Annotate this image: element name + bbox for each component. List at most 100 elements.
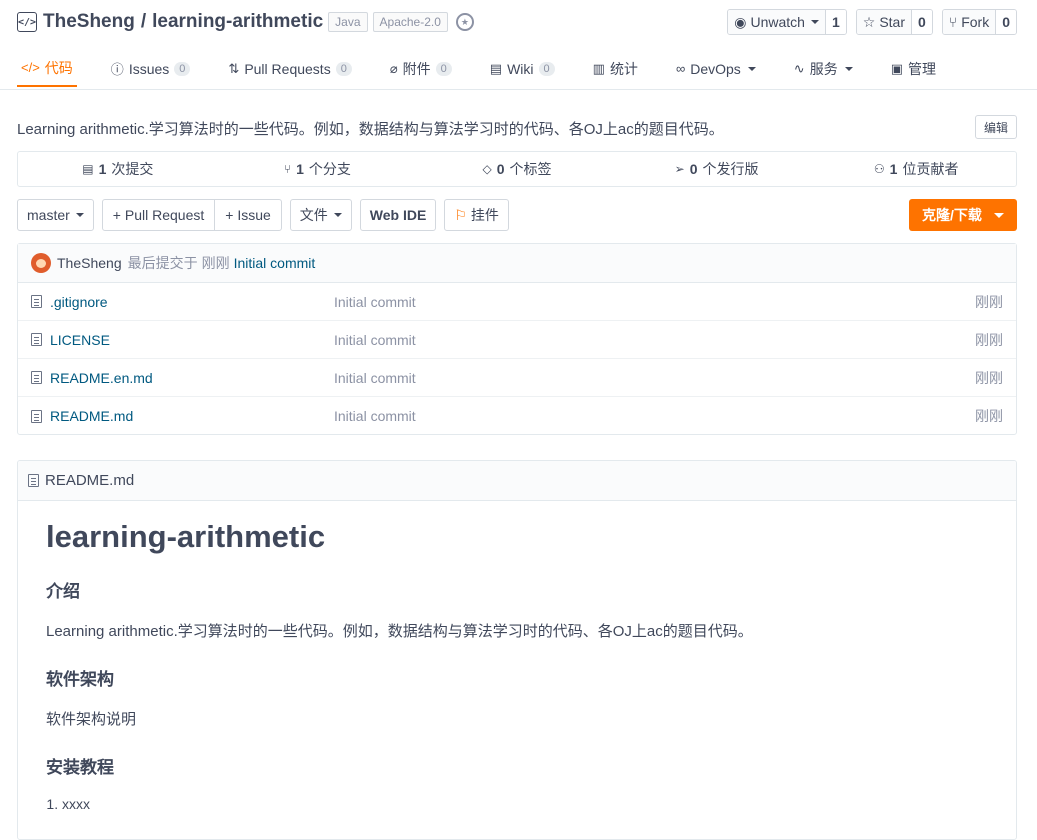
file-icon xyxy=(31,371,42,384)
stat-branches[interactable]: ⑂ 1 个分支 xyxy=(218,152,418,186)
tab-attachments[interactable]: ⌀ 附件 0 xyxy=(386,50,456,87)
repo-tabs: </> 代码 ⓘ Issues 0 ⇅ Pull Requests 0 ⌀ 附件 0 ▤ Wik… xyxy=(17,50,970,90)
file-menu-button[interactable]: 文件 xyxy=(289,199,352,231)
stat-count: 1 xyxy=(98,161,107,177)
bookmark-icon: ⚐ xyxy=(454,206,467,223)
tab-label: 服务 xyxy=(809,60,838,77)
tab-code[interactable]: </> 代码 xyxy=(17,50,77,87)
chevron-down-icon xyxy=(844,66,853,71)
widget-button[interactable]: ⚐ 挂件 xyxy=(444,199,509,231)
tab-label: 统计 xyxy=(609,60,638,77)
tab-services[interactable]: ∿ 服务 xyxy=(790,50,857,87)
file-name-link[interactable]: README.md xyxy=(50,408,133,424)
new-pull-request-button[interactable]: + Pull Request xyxy=(103,200,214,230)
watch-button[interactable]: ◉ Unwatch 1 xyxy=(727,9,847,35)
contributors-icon: ⚇ xyxy=(873,162,885,176)
readme-section-intro: 介绍 xyxy=(46,582,80,601)
commit-author-link[interactable]: TheSheng xyxy=(57,255,122,271)
file-menu-label: 文件 xyxy=(299,207,328,223)
stat-label: 个发行版 xyxy=(702,161,759,177)
web-ide-button[interactable]: Web IDE xyxy=(359,199,437,231)
readme-section-install: 安装教程 xyxy=(46,758,114,777)
tab-badge: 0 xyxy=(335,61,352,76)
watch-count[interactable]: 1 xyxy=(824,10,846,34)
table-row: README.md Initial commit 刚刚 xyxy=(18,397,1016,435)
file-name-link[interactable]: .gitignore xyxy=(50,294,108,310)
book-icon: ▤ xyxy=(489,60,503,76)
readme-section-arch: 软件架构 xyxy=(46,670,114,689)
tab-devops[interactable]: ∞ DevOps xyxy=(672,50,760,87)
tab-wiki[interactable]: ▤ Wiki 0 xyxy=(486,50,559,87)
readme-filename: README.md xyxy=(45,472,135,489)
repo-stats-bar: ▤ 1 次提交 ⑂ 1 个分支 ◇ 0 个标签 ➢ 0 个发行版 ⚇ 1 位贡献者 xyxy=(17,151,1017,187)
stat-commits[interactable]: ▤ 1 次提交 xyxy=(18,152,218,186)
readme-title: learning-arithmetic xyxy=(46,519,326,554)
stat-count: 0 xyxy=(496,161,505,177)
chevron-down-icon xyxy=(333,213,342,217)
tab-label: Pull Requests xyxy=(244,60,331,77)
chart-icon: ▥ xyxy=(592,60,605,76)
tab-label: 管理 xyxy=(908,60,936,77)
repo-name-link[interactable]: learning-arithmetic xyxy=(152,11,323,33)
fork-button[interactable]: ⑂ Fork 0 xyxy=(941,9,1017,35)
commit-doc-icon: ▤ xyxy=(82,162,94,176)
file-time: 刚刚 xyxy=(975,293,1003,310)
file-commit-message[interactable]: Initial commit xyxy=(334,408,416,424)
stat-label: 个标签 xyxy=(509,161,552,177)
readme-install-list: xxxx xyxy=(62,796,988,812)
star-button[interactable]: ☆ Star 0 xyxy=(855,9,933,35)
repo-owner-link[interactable]: TheSheng xyxy=(43,11,135,33)
commit-message-link[interactable]: Initial commit xyxy=(234,255,316,271)
stat-releases[interactable]: ➢ 0 个发行版 xyxy=(617,152,817,186)
file-name-link[interactable]: LICENSE xyxy=(50,332,110,348)
new-issue-button[interactable]: + Issue xyxy=(214,200,281,230)
edit-description-button[interactable]: 编辑 xyxy=(975,115,1017,139)
paperclip-icon: ⌀ xyxy=(389,60,398,76)
list-item: xxxx xyxy=(62,796,988,812)
clone-download-button[interactable]: 克隆/下载 xyxy=(909,199,1017,231)
branch-select[interactable]: master xyxy=(17,199,94,231)
license-tag[interactable]: Apache-2.0 xyxy=(372,12,448,32)
fork-label: Fork xyxy=(961,14,990,30)
file-commit-message[interactable]: Initial commit xyxy=(334,332,416,348)
readme-body: learning-arithmetic 介绍 Learning arithmet… xyxy=(18,501,1016,828)
tab-manage[interactable]: ▣ 管理 xyxy=(887,50,940,87)
stat-contributors[interactable]: ⚇ 1 位贡献者 xyxy=(816,152,1016,186)
tab-pull-requests[interactable]: ⇅ Pull Requests 0 xyxy=(224,50,355,87)
avatar[interactable] xyxy=(31,253,51,273)
send-icon: ➢ xyxy=(674,162,685,176)
star-count[interactable]: 0 xyxy=(911,10,932,34)
chevron-down-icon xyxy=(75,213,84,217)
last-commit-bar: TheSheng 最后提交于 刚刚 Initial commit xyxy=(18,244,1016,283)
title-separator: / xyxy=(140,11,147,32)
table-row: README.en.md Initial commit 刚刚 xyxy=(18,359,1016,397)
tab-issues[interactable]: ⓘ Issues 0 xyxy=(107,50,195,87)
fork-count[interactable]: 0 xyxy=(995,10,1016,34)
repo-actions: ◉ Unwatch 1 ☆ Star 0 ⑂ Fork 0 xyxy=(727,9,1017,35)
create-group: + Pull Request + Issue xyxy=(101,199,282,231)
file-time: 刚刚 xyxy=(975,369,1003,386)
readme-panel: README.md learning-arithmetic 介绍 Learnin… xyxy=(17,460,1017,840)
stat-count: 1 xyxy=(889,161,898,177)
eye-icon: ◉ xyxy=(734,13,747,30)
file-time: 刚刚 xyxy=(975,331,1003,348)
tab-label: DevOps xyxy=(690,60,741,77)
commit-text: 最后提交于 xyxy=(127,255,198,271)
table-row: LICENSE Initial commit 刚刚 xyxy=(18,321,1016,359)
pulse-icon: ∿ xyxy=(793,60,805,76)
stat-label: 次提交 xyxy=(111,161,154,177)
file-name-link[interactable]: README.en.md xyxy=(50,370,153,386)
file-commit-message[interactable]: Initial commit xyxy=(334,370,416,386)
file-time: 刚刚 xyxy=(975,408,1003,424)
language-tag[interactable]: Java xyxy=(328,12,368,32)
readme-intro-text: Learning arithmetic.学习算法时的一些代码。例如，数据结构与算… xyxy=(46,623,753,640)
tab-label: Issues xyxy=(128,60,170,77)
tab-label: Wiki xyxy=(507,60,534,77)
tab-statistics[interactable]: ▥ 统计 xyxy=(589,50,642,87)
stat-tags[interactable]: ◇ 0 个标签 xyxy=(417,152,617,186)
file-commit-message[interactable]: Initial commit xyxy=(334,294,416,310)
gvp-badge-icon[interactable]: ★ xyxy=(455,13,474,31)
chevron-down-icon xyxy=(993,212,1004,218)
infinity-icon: ∞ xyxy=(675,61,686,76)
tab-badge: 0 xyxy=(174,61,191,76)
